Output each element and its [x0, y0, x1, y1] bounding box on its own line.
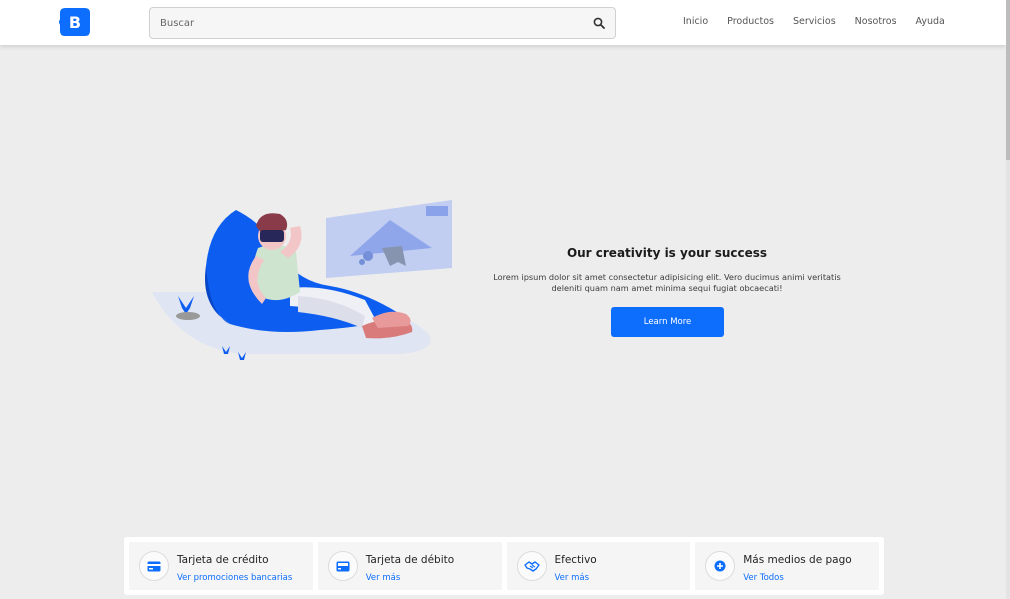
- credit-card-icon: [139, 551, 169, 581]
- brand-logo[interactable]: B: [58, 8, 91, 36]
- payment-link[interactable]: Ver más: [555, 573, 590, 583]
- payment-title: Tarjeta de débito: [365, 554, 455, 566]
- payment-link[interactable]: Ver más: [366, 573, 401, 583]
- payment-link[interactable]: Ver Todos: [743, 573, 784, 583]
- payment-card-credit[interactable]: Tarjeta de crédito Ver promociones banca…: [129, 542, 313, 590]
- nav-link-nosotros[interactable]: Nosotros: [855, 16, 897, 30]
- plus-circle-icon: [705, 551, 736, 581]
- payment-card-cash[interactable]: Efectivo Ver más: [506, 542, 691, 590]
- payment-card-more[interactable]: Más medios de pago Ver Todos: [695, 542, 879, 590]
- debit-card-icon: [327, 551, 358, 581]
- handshake-icon: [516, 551, 547, 581]
- payment-card-debit[interactable]: Tarjeta de débito Ver más: [317, 542, 502, 590]
- search-bar: [149, 7, 616, 39]
- learn-more-button[interactable]: Learn More: [611, 307, 724, 337]
- hero-content: Our creativity is your success Lorem ips…: [490, 246, 844, 294]
- top-navbar: B Inicio Productos Servicios Nosotros Ay…: [0, 0, 1006, 45]
- page-scrollbar[interactable]: [1006, 0, 1010, 599]
- payment-title: Más medios de pago: [743, 554, 852, 566]
- hero-description: Lorem ipsum dolor sit amet consectetur a…: [493, 272, 841, 293]
- search-icon[interactable]: [593, 17, 605, 29]
- main-nav: Inicio Productos Servicios Nosotros Ayud…: [683, 16, 964, 30]
- nav-link-inicio[interactable]: Inicio: [683, 16, 708, 30]
- scrollbar-thumb[interactable]: [1006, 0, 1010, 160]
- nav-link-productos[interactable]: Productos: [727, 16, 774, 30]
- nav-link-servicios[interactable]: Servicios: [793, 16, 836, 30]
- hero-title: Our creativity is your success: [566, 246, 768, 260]
- payment-link[interactable]: Ver promociones bancarias: [177, 573, 292, 583]
- nav-link-ayuda[interactable]: Ayuda: [916, 16, 945, 30]
- payment-methods-strip: Tarjeta de crédito Ver promociones banca…: [124, 537, 884, 595]
- logo-letter: B: [69, 13, 81, 32]
- payment-title: Tarjeta de crédito: [177, 554, 269, 566]
- vr-person-illustration: [152, 200, 452, 360]
- bootstrap-logo-icon: B: [58, 8, 90, 36]
- payment-title: Efectivo: [554, 554, 597, 566]
- search-input[interactable]: [150, 8, 580, 38]
